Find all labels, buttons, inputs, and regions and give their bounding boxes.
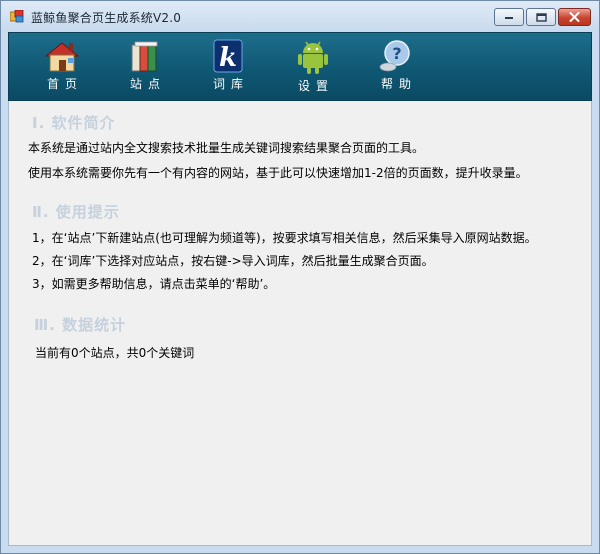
toolbar-home-button[interactable]: 首页 — [27, 39, 97, 97]
help-question-icon: ? — [379, 40, 410, 72]
maximize-icon — [535, 12, 547, 22]
minimize-button[interactable] — [494, 8, 524, 26]
maximize-button[interactable] — [526, 8, 556, 26]
tip-line-1: 1，在‘站点’下新建站点(也可理解为频道等)，按要求填写相关信息，然后采集导入原… — [32, 231, 537, 245]
section-title-stats: Ⅲ. 数据统计 — [34, 316, 127, 334]
tip-line-3: 3，如需更多帮助信息，请点击菜单的‘帮助’。 — [32, 277, 276, 291]
close-icon — [569, 12, 580, 22]
window-title: 蓝鲸鱼聚合页生成系统V2.0 — [31, 11, 182, 25]
android-robot-icon — [298, 41, 328, 74]
app-window: 蓝鲸鱼聚合页生成系统V2.0 首页 站点 k 词库 设置 ? 帮助 Ⅰ. 软件简… — [0, 0, 600, 554]
toolbar-sites-label: 站点 — [129, 77, 166, 91]
toolbar-settings-button[interactable]: 设置 — [278, 39, 348, 97]
house-icon — [44, 42, 80, 72]
minimize-icon — [505, 17, 513, 19]
section-title-intro: Ⅰ. 软件简介 — [32, 114, 116, 132]
svg-text:?: ? — [392, 44, 401, 63]
section-title-tips: Ⅱ. 使用提示 — [32, 203, 120, 221]
main-toolbar: 首页 站点 k 词库 设置 ? 帮助 — [8, 32, 592, 101]
toolbar-help-label: 帮助 — [380, 77, 417, 91]
toolbar-wordlib-label: 词库 — [212, 77, 249, 91]
intro-line-1: 本系统是通过站内全文搜索技术批量生成关键词搜索结果聚合页面的工具。 — [28, 141, 425, 155]
books-icon — [131, 41, 158, 72]
toolbar-wordlib-button[interactable]: k 词库 — [193, 39, 263, 97]
intro-line-2: 使用本系统需要你先有一个有内容的网站，基于此可以快速增加1-2倍的页面数，提升收… — [28, 166, 528, 180]
toolbar-help-button[interactable]: ? 帮助 — [361, 39, 431, 97]
stats-text: 当前有0个站点，共0个关键词 — [35, 346, 195, 360]
toolbar-sites-button[interactable]: 站点 — [110, 39, 180, 97]
app-icon — [10, 10, 24, 23]
k-letter-icon: k — [213, 39, 243, 73]
toolbar-settings-label: 设置 — [297, 79, 334, 93]
main-content: Ⅰ. 软件简介 本系统是通过站内全文搜索技术批量生成关键词搜索结果聚合页面的工具… — [8, 101, 592, 546]
tip-line-2: 2，在‘词库’下选择对应站点，按右键->导入词库，然后批量生成聚合页面。 — [32, 254, 434, 268]
toolbar-home-label: 首页 — [46, 77, 83, 91]
close-button[interactable] — [558, 8, 591, 26]
title-bar[interactable]: 蓝鲸鱼聚合页生成系统V2.0 — [1, 1, 599, 32]
svg-text:k: k — [219, 43, 237, 73]
